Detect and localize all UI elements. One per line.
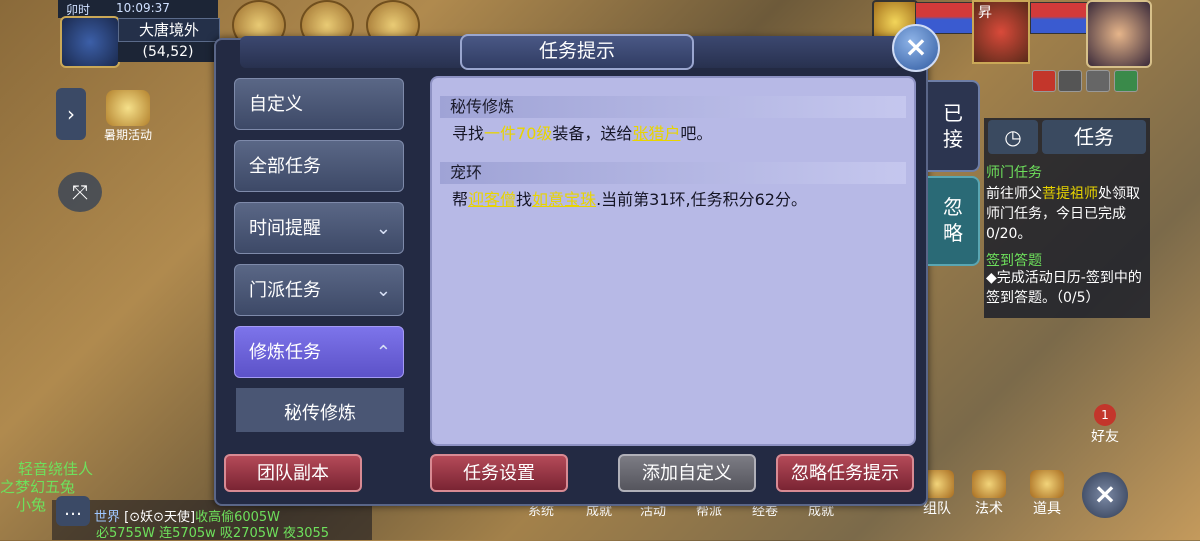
category-label: 全部任务 — [249, 156, 321, 177]
chevron-down-icon: ⌄ — [375, 218, 391, 239]
npc-name: 小兔 — [16, 496, 47, 514]
tab-label: 已接 — [943, 101, 963, 151]
category-custom[interactable]: 自定义 — [234, 78, 404, 130]
items-label: 道具 — [1033, 501, 1061, 517]
tracker-quest-title[interactable]: 签到答题 — [986, 250, 1042, 270]
friends-button[interactable]: 1 好友 — [1082, 404, 1128, 452]
team-label: 组队 — [923, 501, 951, 517]
bag-icon — [1030, 470, 1064, 498]
tracker-tab-tasks[interactable]: 任务 — [1042, 120, 1146, 154]
chevron-down-icon: ⌄ — [375, 280, 391, 301]
move-arrows-icon[interactable]: ⤧ — [58, 172, 102, 212]
summon-name: 昇 — [978, 5, 992, 21]
tab-accepted[interactable]: 已接 — [928, 80, 980, 172]
quest-text: 吧。 — [680, 124, 713, 143]
close-menu-icon[interactable]: × — [1082, 472, 1128, 518]
buff-icon[interactable] — [1086, 70, 1110, 92]
category-cultivation-tasks[interactable]: 修炼任务 ⌃ — [234, 326, 404, 378]
npc-link[interactable]: 张猎户 — [632, 124, 680, 143]
quest-header: 秘传修炼 — [440, 96, 906, 118]
category-label: 时间提醒 — [249, 218, 321, 239]
category-label: 自定义 — [249, 94, 303, 115]
friends-label: 好友 — [1091, 429, 1119, 445]
task-settings-button[interactable]: 任务设置 — [430, 454, 568, 492]
npc-link[interactable]: 迎客僧 — [468, 190, 516, 209]
quest-text: 装备，送给 — [552, 124, 633, 143]
tracker-quest-text[interactable]: ◆完成活动日历-签到中的签到答题。（0/5） — [986, 268, 1146, 308]
chevron-up-icon: ⌃ — [375, 342, 391, 363]
add-custom-button[interactable]: 添加自定义 — [618, 454, 756, 492]
magic-icon — [972, 470, 1006, 498]
clock: 10:09:37 — [116, 1, 170, 15]
friends-badge: 1 — [1094, 404, 1116, 426]
quest-text: .当前第31环,任务积分62分。 — [596, 190, 807, 209]
close-button[interactable]: × — [892, 24, 940, 72]
tracker-quest-title[interactable]: 师门任务 — [986, 162, 1042, 182]
quest-text: 寻找 — [452, 124, 485, 143]
quest-header: 宠环 — [440, 162, 906, 184]
summer-activity-button[interactable]: 暑期活动 — [96, 90, 160, 150]
coordinates: (54,52) — [118, 42, 218, 62]
quest-description: 寻找一件70级装备，送给张猎户吧。 — [452, 122, 712, 146]
dialog-title: 任务提示 — [460, 34, 694, 70]
magic-button[interactable]: 法术 — [964, 470, 1014, 518]
team-dungeon-button[interactable]: 团队副本 — [224, 454, 362, 492]
magic-label: 法术 — [975, 501, 1003, 517]
chat-bubble-icon[interactable]: … — [56, 496, 90, 526]
tracker-npc-link[interactable]: 菩提祖师 — [1042, 186, 1098, 202]
category-sect-tasks[interactable]: 门派任务 ⌄ — [234, 264, 404, 316]
summer-activity-label: 暑期活动 — [103, 128, 152, 142]
map-name[interactable]: 大唐境外 — [118, 18, 220, 42]
clock-icon[interactable]: ◷ — [988, 120, 1038, 154]
tab-ignored[interactable]: 忽略 — [928, 176, 980, 266]
tab-label: 忽略 — [943, 195, 963, 245]
buff-icon[interactable] — [1058, 70, 1082, 92]
quest-item-highlight: 一件70级 — [484, 124, 553, 143]
expand-menu-button[interactable]: › — [56, 88, 86, 140]
ignore-prompt-button[interactable]: 忽略任务提示 — [776, 454, 914, 492]
quest-description: 帮迎客僧找如意宝珠.当前第31环,任务积分62分。 — [452, 188, 807, 212]
category-time-reminder[interactable]: 时间提醒 ⌄ — [234, 202, 404, 254]
buff-icon[interactable] — [1114, 70, 1138, 92]
items-button[interactable]: 道具 — [1022, 470, 1072, 518]
minimap-icon[interactable] — [60, 16, 120, 68]
category-label: 门派任务 — [249, 280, 321, 301]
chat-line: 必5755W 连5705w 吸2705W 夜3055 — [96, 526, 330, 541]
sub-item-secret-cultivation[interactable]: 秘传修炼 — [236, 388, 404, 432]
category-label: 修炼任务 — [249, 342, 321, 363]
book-icon — [106, 90, 150, 126]
tracker-quest-text[interactable]: 前往师父菩提祖师处领取师门任务，今日已完成0/20。 — [986, 184, 1146, 244]
tracker-text-part: 前往师父 — [986, 186, 1042, 202]
player-hp-mp-bars — [1030, 2, 1088, 34]
quest-text: 帮 — [452, 190, 469, 209]
heart-icon[interactable] — [1032, 70, 1056, 92]
category-all-tasks[interactable]: 全部任务 — [234, 140, 404, 192]
item-link[interactable]: 如意宝珠 — [532, 190, 596, 209]
quest-text: 找 — [516, 190, 533, 209]
player-avatar[interactable] — [1086, 0, 1152, 68]
